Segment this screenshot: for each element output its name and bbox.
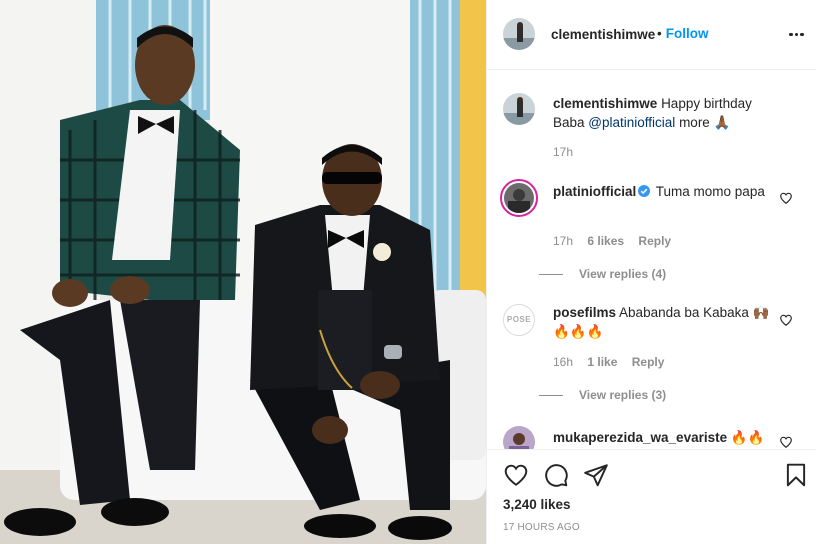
comment-like-heart-icon[interactable]	[779, 435, 793, 449]
follow-group: • Follow	[657, 26, 708, 41]
comment-avatar[interactable]	[500, 179, 538, 217]
post-image	[0, 0, 486, 544]
caption-username[interactable]: clementishimwe	[553, 96, 657, 111]
comment-body: mukaperezida_wa_evariste 🔥🔥🔥🔥	[553, 428, 777, 449]
comment-time[interactable]: 17h	[553, 234, 573, 248]
comment-body: posefilms Ababanda ba Kabaka 🙌🏾 🔥🔥🔥	[553, 303, 777, 341]
likes-count[interactable]: 3,240 likes	[503, 497, 571, 512]
view-replies-button[interactable]: View replies (3)	[539, 388, 667, 402]
paper-plane-icon[interactable]	[583, 462, 609, 488]
verified-badge-icon	[638, 185, 651, 197]
comment-meta: 17h 6 likes Reply	[553, 234, 682, 248]
comment-meta: 16h 1 like Reply	[553, 355, 675, 369]
post-header: clementishimwe • Follow	[487, 0, 816, 70]
comment-likes[interactable]: 6 likes	[587, 234, 624, 248]
replies-line	[539, 395, 563, 397]
caption-body: clementishimwe Happy birthday Baba @plat…	[553, 94, 777, 132]
post-sidebar: clementishimwe • Follow clementishimwe Ha…	[486, 0, 816, 544]
comments-list[interactable]: clementishimwe Happy birthday Baba @plat…	[487, 71, 816, 449]
caption-trailing: more 🙏🏾	[679, 115, 731, 130]
comment-like-heart-icon[interactable]	[779, 313, 793, 327]
comment-username[interactable]: platiniofficial	[553, 184, 636, 199]
caption-time[interactable]: 17h	[553, 145, 573, 159]
comment-likes[interactable]: 1 like	[587, 355, 617, 369]
comment-text: Tuma momo papa	[655, 184, 765, 199]
view-replies-label: View replies (3)	[579, 388, 667, 402]
post-actions: 3,240 likes 17 HOURS AGO	[487, 449, 816, 544]
comment-avatar[interactable]	[503, 426, 535, 449]
comment-avatar[interactable]: POSE	[503, 304, 535, 336]
post-photo[interactable]	[0, 0, 486, 544]
pose-logo: POSE	[506, 315, 532, 324]
comment-icon[interactable]	[543, 462, 569, 488]
caption-meta: 17h	[553, 145, 584, 159]
author-username[interactable]: clementishimwe	[551, 27, 655, 42]
view-replies-label: View replies (4)	[579, 267, 667, 281]
reply-button[interactable]: Reply	[638, 234, 671, 248]
view-replies-button[interactable]: View replies (4)	[539, 267, 667, 281]
instagram-post: clementishimwe • Follow clementishimwe Ha…	[0, 0, 816, 544]
caption-avatar[interactable]	[503, 93, 535, 125]
bookmark-icon[interactable]	[783, 462, 809, 488]
caption-mention[interactable]: @platiniofficial	[588, 115, 675, 130]
comment-like-heart-icon[interactable]	[779, 191, 793, 205]
comment-username[interactable]: posefilms	[553, 305, 616, 320]
heart-icon[interactable]	[503, 462, 529, 488]
more-horizontal-icon[interactable]	[789, 26, 809, 44]
comment-time[interactable]: 16h	[553, 355, 573, 369]
comment-username[interactable]: mukaperezida_wa_evariste	[553, 430, 727, 445]
separator-dot: •	[657, 26, 662, 41]
follow-button[interactable]: Follow	[666, 26, 709, 41]
reply-button[interactable]: Reply	[632, 355, 665, 369]
replies-line	[539, 274, 563, 276]
author-avatar[interactable]	[503, 18, 535, 50]
post-timestamp[interactable]: 17 HOURS AGO	[503, 522, 580, 533]
comment-body: platiniofficial Tuma momo papa	[553, 182, 777, 201]
